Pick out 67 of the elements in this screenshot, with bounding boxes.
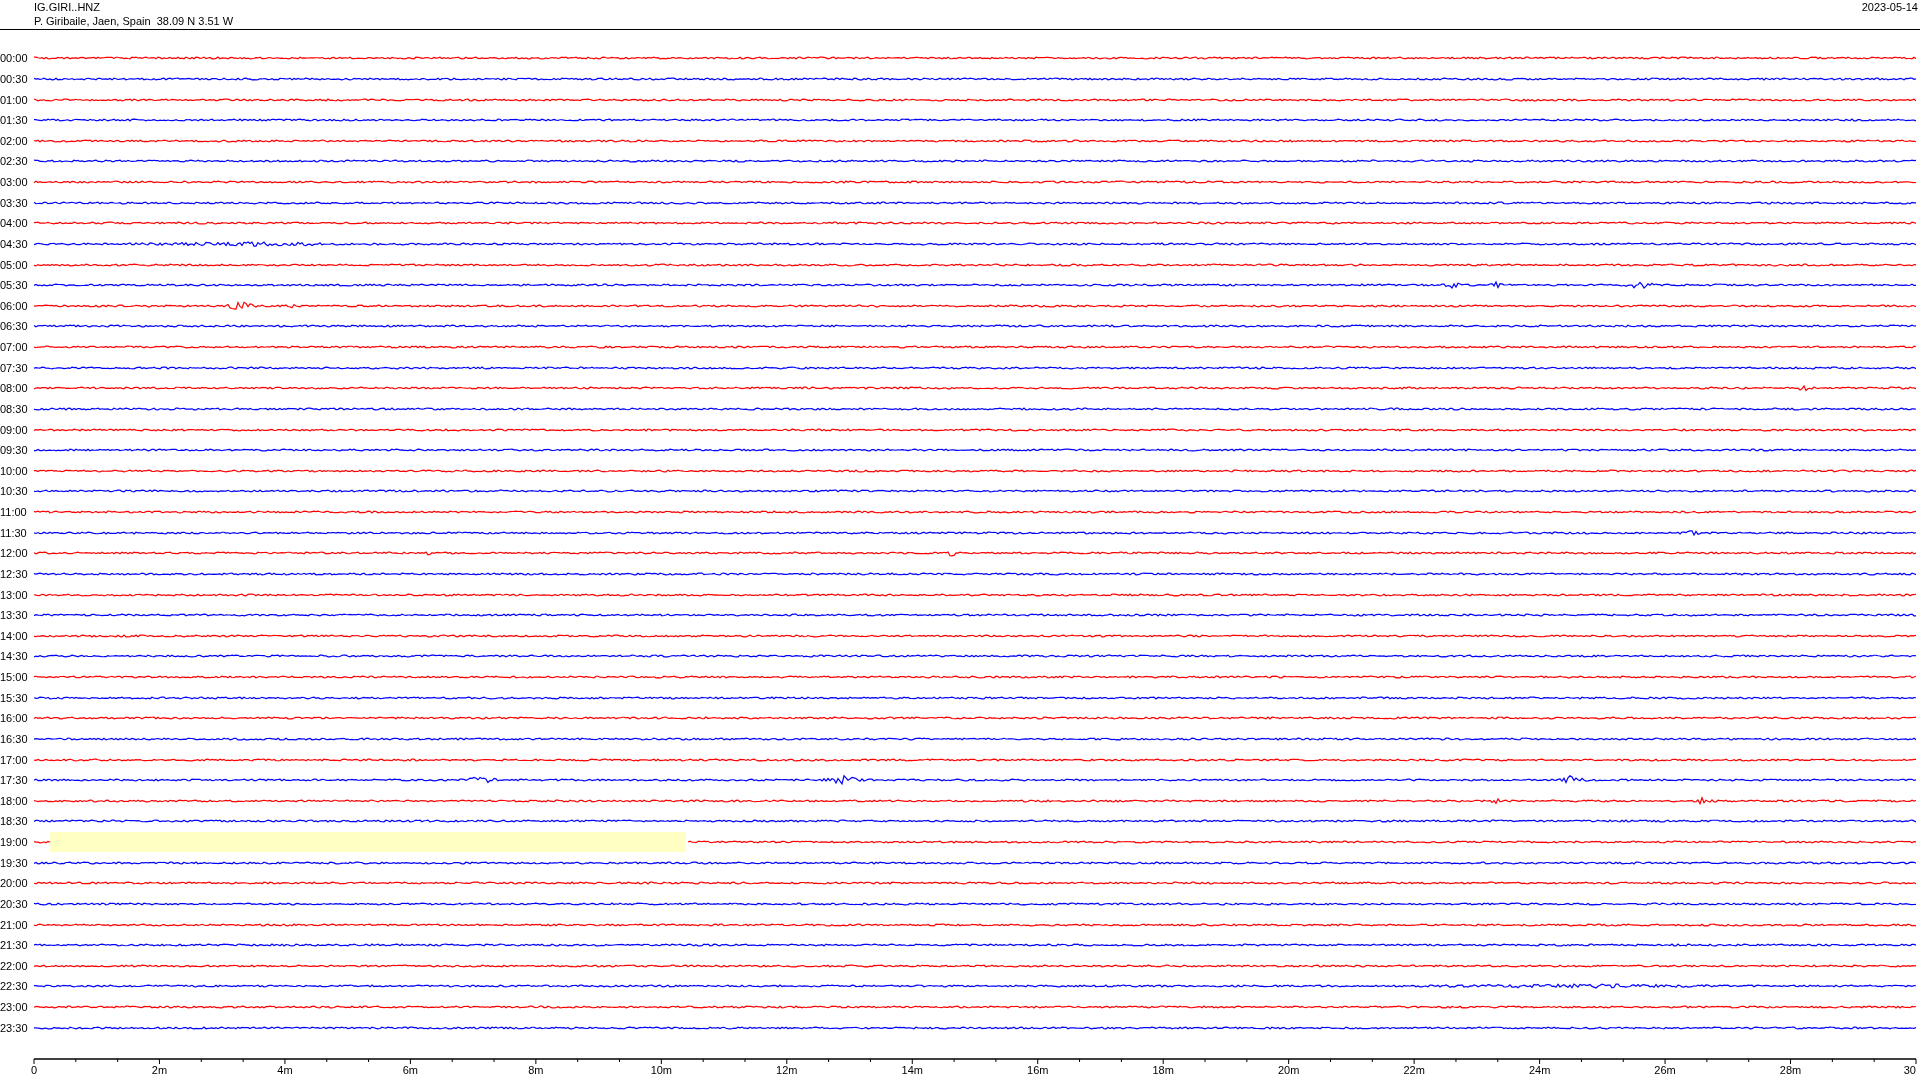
- axis-label: 12m: [776, 1064, 798, 1076]
- time-label: 17:30: [0, 774, 29, 787]
- time-label: 03:30: [0, 196, 29, 209]
- time-label: 13:30: [0, 609, 29, 622]
- time-label: 23:00: [0, 1001, 29, 1014]
- time-label: 11:00: [0, 506, 28, 519]
- time-label: 20:00: [0, 877, 29, 890]
- time-label: 01:30: [0, 114, 29, 127]
- time-label: 06:00: [0, 299, 29, 312]
- time-label: 13:00: [0, 588, 29, 601]
- time-label: 01:00: [0, 93, 29, 106]
- axis-label: 30: [1903, 1064, 1916, 1076]
- time-label: 21:30: [0, 939, 29, 952]
- date-label: 2023-05-14: [1861, 0, 1918, 14]
- time-label: 16:00: [0, 712, 29, 725]
- time-label: 22:30: [0, 980, 29, 993]
- axis-label: 8m: [528, 1064, 544, 1076]
- axis-label: 18m: [1152, 1064, 1174, 1076]
- time-label: 07:30: [0, 361, 29, 374]
- time-label: 04:30: [0, 237, 29, 250]
- axis-label: 6m: [402, 1064, 419, 1076]
- time-label: 18:30: [0, 815, 29, 828]
- time-label: 09:30: [0, 444, 29, 457]
- time-label: 15:30: [0, 691, 29, 704]
- axis-label: 26m: [1654, 1064, 1676, 1076]
- time-label: 00:00: [0, 52, 29, 65]
- time-label: 10:00: [0, 464, 29, 477]
- axis-label: 14m: [901, 1064, 923, 1076]
- time-label: 00:30: [0, 72, 29, 85]
- time-label: 20:30: [0, 897, 29, 910]
- axis-label: 0: [31, 1064, 38, 1076]
- station-location: P. Giribaile, Jaen, Spain 38.09 N 3.51 W: [34, 14, 234, 28]
- time-label: 22:00: [0, 959, 29, 972]
- station-code: IG.GIRI..HNZ: [34, 0, 101, 14]
- axis-label: 20m: [1277, 1064, 1300, 1076]
- axis-label: 24m: [1528, 1064, 1551, 1076]
- time-label: 19:30: [0, 856, 29, 869]
- time-label: 10:30: [0, 485, 29, 498]
- time-label: 12:30: [0, 567, 29, 580]
- axis-label: 22m: [1403, 1064, 1425, 1076]
- time-label: 19:00: [0, 836, 29, 849]
- axis-label: 4m: [277, 1064, 293, 1076]
- time-label: 03:00: [0, 176, 29, 189]
- axis-label: 28m: [1779, 1064, 1802, 1076]
- axis-label: 2m: [151, 1064, 168, 1076]
- time-label: 02:00: [0, 134, 29, 147]
- time-label: 09:00: [0, 423, 29, 436]
- time-label: 11:30: [0, 526, 28, 539]
- time-label: 15:00: [0, 671, 29, 684]
- time-label: 12:00: [0, 547, 29, 560]
- axis-label: 10m: [650, 1064, 673, 1076]
- time-label: 18:00: [0, 794, 29, 807]
- time-label: 08:30: [0, 402, 29, 415]
- time-label: 17:00: [0, 753, 29, 766]
- time-label: 08:00: [0, 382, 29, 395]
- time-label: 16:30: [0, 732, 29, 745]
- time-label: 07:00: [0, 341, 29, 354]
- time-label: 14:00: [0, 629, 29, 642]
- time-label: 04:00: [0, 217, 29, 230]
- axis-label: 16m: [1027, 1064, 1049, 1076]
- time-label: 23:30: [0, 1021, 29, 1034]
- time-label: 05:00: [0, 258, 29, 271]
- time-label: 21:00: [0, 918, 29, 931]
- time-label: 05:30: [0, 279, 29, 292]
- time-label: 14:30: [0, 650, 29, 663]
- time-label: 06:30: [0, 320, 29, 333]
- time-label: 02:30: [0, 155, 29, 168]
